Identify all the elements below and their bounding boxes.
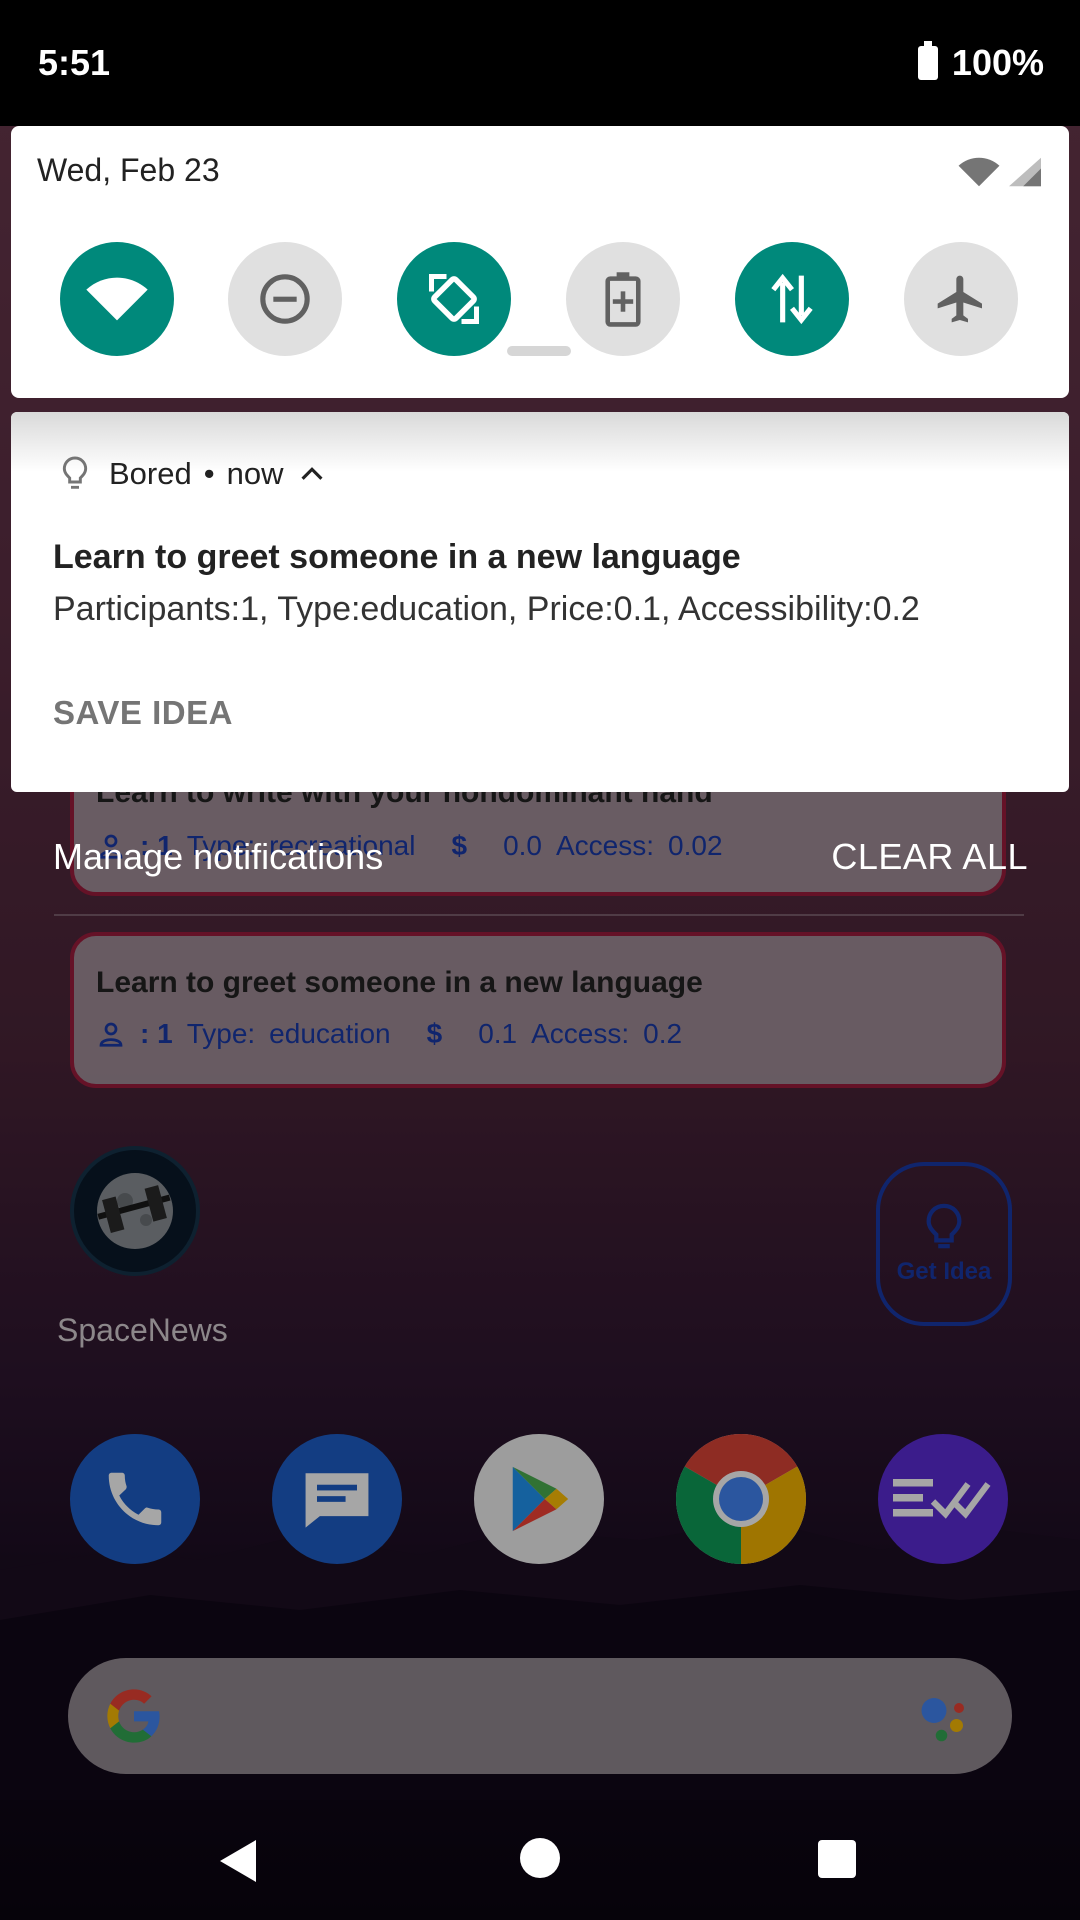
navigation-bar	[0, 1800, 1080, 1920]
qs-tile-airplane-mode[interactable]	[904, 242, 1018, 356]
do-not-disturb-icon	[260, 274, 310, 324]
back-icon[interactable]	[216, 1836, 260, 1886]
manage-notifications-button[interactable]: Manage notifications	[53, 836, 383, 878]
qs-tile-battery-saver[interactable]	[566, 242, 680, 356]
notification-app-name: Bored	[109, 456, 192, 491]
qs-tile-mobile-data[interactable]	[735, 242, 849, 356]
wifi-signal-icon	[958, 157, 1000, 187]
qs-date[interactable]: Wed, Feb 23	[37, 152, 220, 189]
battery-icon	[917, 41, 938, 80]
save-idea-button[interactable]: SAVE IDEA	[53, 694, 233, 732]
wifi-icon	[86, 277, 148, 321]
clear-all-button[interactable]: CLEAR ALL	[831, 836, 1028, 878]
cell-signal-icon	[1009, 157, 1041, 187]
battery-saver-icon	[605, 272, 641, 327]
auto-rotate-icon	[429, 274, 479, 324]
mobile-data-icon	[771, 273, 813, 325]
qs-drag-handle[interactable]	[507, 346, 571, 356]
notification-text: Participants:1, Type:education, Price:0.…	[53, 590, 920, 628]
bored-notification[interactable]: Bored • now Learn to greet someone in a …	[11, 412, 1069, 792]
qs-tile-do-not-disturb[interactable]	[228, 242, 342, 356]
airplane-icon	[937, 275, 982, 323]
notification-separator: •	[203, 456, 215, 491]
qs-tile-auto-rotate[interactable]	[397, 242, 511, 356]
notification-title: Learn to greet someone in a new language	[53, 538, 741, 576]
qs-tile-wifi[interactable]	[60, 242, 174, 356]
lightbulb-icon	[62, 456, 88, 489]
quick-settings-panel: Wed, Feb 23	[11, 126, 1069, 398]
status-time: 5:51	[38, 42, 111, 83]
chevron-up-icon[interactable]	[301, 466, 324, 482]
notification-time: now	[226, 456, 284, 491]
recents-icon[interactable]	[816, 1838, 858, 1880]
home-icon[interactable]	[518, 1836, 562, 1880]
battery-percent: 100%	[951, 42, 1044, 83]
status-bar: 5:51 100%	[0, 0, 1080, 126]
